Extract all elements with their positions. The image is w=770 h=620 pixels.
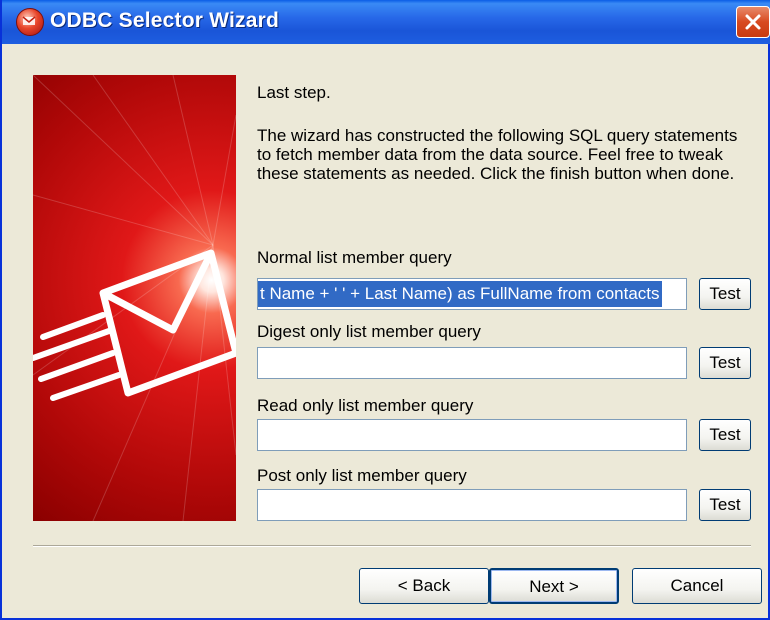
test-read-only-query-button[interactable]: Test [699, 419, 751, 451]
title-bar[interactable]: ODBC Selector Wizard [2, 0, 770, 44]
envelope-logo-icon [33, 75, 236, 521]
normal-query-label: Normal list member query [257, 248, 452, 267]
test-digest-query-button[interactable]: Test [699, 347, 751, 379]
step-description: The wizard has constructed the following… [257, 126, 738, 183]
read-only-query-label: Read only list member query [257, 396, 474, 415]
read-only-query-input[interactable] [257, 419, 687, 451]
test-normal-query-button[interactable]: Test [699, 278, 751, 310]
app-icon [16, 8, 44, 36]
wizard-window: ODBC Selector Wizard Last step. The wiza… [0, 0, 770, 620]
digest-query-input[interactable] [257, 347, 687, 379]
step-heading: Last step. [257, 83, 331, 102]
post-only-query-label: Post only list member query [257, 466, 467, 485]
digest-query-label: Digest only list member query [257, 322, 481, 341]
test-post-only-query-button[interactable]: Test [699, 489, 751, 521]
close-icon [745, 14, 761, 30]
cancel-button[interactable]: Cancel [632, 568, 762, 604]
close-button[interactable] [736, 6, 770, 38]
wizard-banner-image [33, 75, 236, 521]
normal-query-input[interactable]: t Name + ' ' + Last Name) as FullName fr… [257, 278, 687, 310]
back-button[interactable]: < Back [359, 568, 489, 604]
next-button[interactable]: Next > [489, 568, 619, 604]
button-separator [33, 545, 751, 547]
normal-query-selected-text: t Name + ' ' + Last Name) as FullName fr… [258, 281, 662, 307]
post-only-query-input[interactable] [257, 489, 687, 521]
window-title: ODBC Selector Wizard [50, 9, 280, 32]
